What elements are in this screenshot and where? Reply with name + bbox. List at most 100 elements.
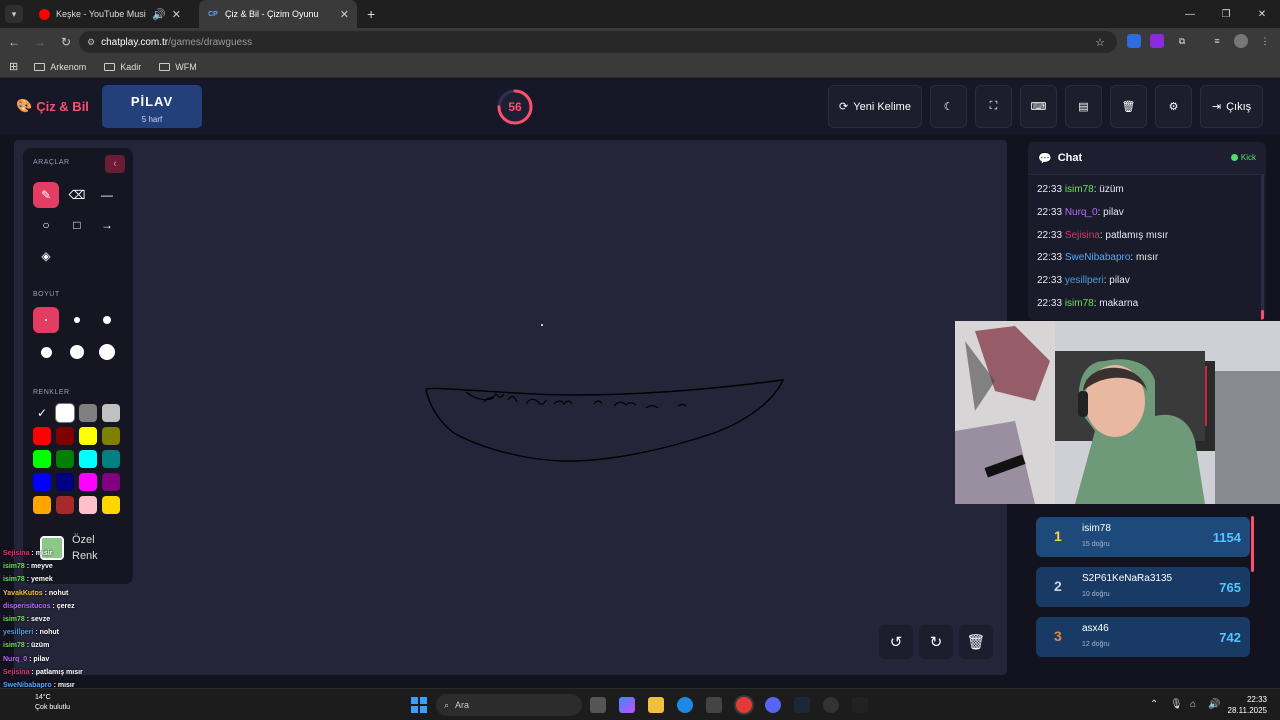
size-option-6[interactable] bbox=[94, 339, 120, 365]
settings-button[interactable]: ⚙ bbox=[1155, 85, 1192, 128]
minimize-icon[interactable]: — bbox=[1172, 0, 1208, 28]
close-tab-icon[interactable]: ✕ bbox=[172, 8, 181, 21]
taskbar-clock[interactable]: 22:33 28.11.2025 bbox=[1227, 694, 1267, 716]
delete-button[interactable]: 🗑 bbox=[1110, 85, 1147, 128]
weather-widget[interactable]: 14°C Çok bulutlu bbox=[10, 693, 70, 713]
rectangle-tool[interactable]: □ bbox=[64, 212, 90, 238]
circle-tool[interactable]: ○ bbox=[33, 212, 59, 238]
color-swatch[interactable] bbox=[102, 496, 120, 514]
color-swatch[interactable] bbox=[79, 473, 97, 491]
site-info-icon[interactable]: ⚙ bbox=[87, 37, 95, 48]
new-word-button[interactable]: ⟳ Yeni Kelime bbox=[828, 85, 922, 128]
collapse-panel-button[interactable]: ‹ bbox=[105, 155, 125, 173]
store-icon[interactable] bbox=[706, 697, 722, 713]
taskbar-search[interactable]: ⌕ Ara bbox=[436, 694, 582, 716]
chrome-icon[interactable] bbox=[736, 697, 752, 713]
size-option-5[interactable] bbox=[64, 339, 90, 365]
color-swatch[interactable] bbox=[56, 427, 74, 445]
clear-canvas-button[interactable]: 🗑 bbox=[959, 625, 993, 659]
steam-icon[interactable] bbox=[794, 697, 810, 713]
color-swatch[interactable] bbox=[33, 496, 51, 514]
color-swatch[interactable] bbox=[56, 496, 74, 514]
bookmark-kadir[interactable]: Kadir bbox=[104, 62, 141, 72]
arrow-tool[interactable]: → bbox=[94, 212, 120, 238]
color-swatch[interactable] bbox=[56, 473, 74, 491]
menu-icon[interactable]: ⋮ bbox=[1258, 34, 1272, 48]
line-tool[interactable]: — bbox=[94, 182, 120, 208]
undo-button[interactable]: ↺ bbox=[879, 625, 913, 659]
fullscreen-button[interactable]: ⛶ bbox=[975, 85, 1012, 128]
color-swatch[interactable] bbox=[79, 496, 97, 514]
bookmark-star-icon[interactable]: ☆ bbox=[1095, 36, 1105, 49]
extensions-puzzle-icon[interactable]: ⧉ bbox=[1175, 34, 1189, 48]
tab-youtube-music[interactable]: Keşke - YouTube Music 🔊 ✕ bbox=[31, 0, 189, 28]
leaderboard-scrollbar[interactable] bbox=[1251, 516, 1254, 572]
size-option-4[interactable] bbox=[33, 339, 59, 365]
bookmark-arkenom[interactable]: Arkenom bbox=[34, 62, 86, 72]
chat-scrollbar[interactable] bbox=[1261, 174, 1264, 320]
close-window-icon[interactable]: ✕ bbox=[1244, 0, 1280, 28]
exit-button[interactable]: ⇥ Çıkış bbox=[1200, 85, 1263, 128]
reload-icon[interactable]: ↻ bbox=[54, 35, 78, 49]
windows-start-icon[interactable] bbox=[411, 697, 427, 713]
profile-avatar[interactable] bbox=[1234, 34, 1248, 48]
tab-ciz-bil[interactable]: CP Çiz & Bil - Çizim Oyunu ✕ bbox=[199, 0, 357, 28]
discord-icon[interactable] bbox=[765, 697, 781, 713]
apps-grid-icon[interactable]: ⊞ bbox=[9, 60, 18, 73]
eraser-tool[interactable]: ⌫ bbox=[64, 182, 90, 208]
app-logo[interactable]: 🎨 Çiz & Bil bbox=[16, 98, 89, 114]
message-user[interactable]: SweNibabapro bbox=[1065, 252, 1131, 263]
color-swatch[interactable] bbox=[79, 427, 97, 445]
app-icon[interactable] bbox=[852, 697, 868, 713]
color-swatch[interactable] bbox=[79, 404, 97, 422]
task-view-icon[interactable] bbox=[590, 697, 606, 713]
custom-color-label[interactable]: Özel Renk bbox=[72, 532, 98, 564]
forward-icon[interactable]: → bbox=[28, 35, 52, 49]
size-option-2[interactable] bbox=[64, 307, 90, 333]
url-bar[interactable]: ⚙ chatplay.com.tr/games/drawguess ☆ bbox=[79, 31, 1117, 53]
redo-button[interactable]: ↻ bbox=[919, 625, 953, 659]
color-swatch[interactable] bbox=[102, 404, 120, 422]
copilot-icon[interactable] bbox=[619, 697, 635, 713]
size-option-3[interactable] bbox=[94, 307, 120, 333]
network-icon[interactable]: ⌂ bbox=[1190, 699, 1196, 710]
media-control-icon[interactable]: ≡ bbox=[1210, 34, 1224, 48]
brush-tool[interactable]: ✎ bbox=[33, 182, 59, 208]
speaker-icon[interactable]: 🔊 bbox=[152, 8, 166, 21]
bookmark-wfm[interactable]: WFM bbox=[159, 62, 197, 72]
color-swatch[interactable] bbox=[102, 427, 120, 445]
color-swatch[interactable] bbox=[56, 404, 74, 422]
chat-scrollbar-thumb[interactable] bbox=[1261, 310, 1264, 320]
translate-extension-icon[interactable] bbox=[1127, 34, 1141, 48]
tab-search-icon[interactable]: ▾ bbox=[5, 5, 23, 23]
message-user[interactable]: isim78 bbox=[1065, 184, 1094, 195]
color-swatch[interactable] bbox=[33, 450, 51, 468]
file-explorer-icon[interactable] bbox=[648, 697, 664, 713]
edge-icon[interactable] bbox=[677, 697, 693, 713]
size-option-1[interactable] bbox=[33, 307, 59, 333]
color-swatch[interactable] bbox=[56, 450, 74, 468]
volume-icon[interactable]: 🔊 bbox=[1208, 699, 1220, 710]
back-icon[interactable]: ← bbox=[2, 35, 26, 49]
new-tab-button[interactable]: + bbox=[367, 6, 375, 22]
keyboard-button[interactable]: ⌨ bbox=[1020, 85, 1057, 128]
message-user[interactable]: Nurq_0 bbox=[1065, 207, 1098, 218]
color-swatch[interactable] bbox=[33, 473, 51, 491]
color-swatch[interactable] bbox=[102, 473, 120, 491]
theme-toggle-button[interactable]: ☾ bbox=[930, 85, 967, 128]
close-tab-icon[interactable]: ✕ bbox=[340, 8, 349, 21]
color-swatch[interactable] bbox=[79, 450, 97, 468]
microphone-icon[interactable]: 🎙 bbox=[1170, 699, 1183, 710]
message-user[interactable]: yesillperi bbox=[1065, 275, 1104, 286]
color-swatch[interactable] bbox=[33, 427, 51, 445]
message-user[interactable]: Sejisina bbox=[1065, 230, 1100, 241]
message-user[interactable]: isim78 bbox=[1065, 298, 1094, 309]
fill-tool[interactable]: ◈ bbox=[33, 243, 59, 269]
tray-chevron-icon[interactable]: ⌃ bbox=[1150, 699, 1158, 710]
color-swatch[interactable]: ✓ bbox=[33, 404, 51, 422]
color-swatch[interactable] bbox=[102, 450, 120, 468]
restore-icon[interactable]: ❐ bbox=[1208, 0, 1244, 28]
extension-icon[interactable] bbox=[1150, 34, 1164, 48]
obs-icon[interactable] bbox=[823, 697, 839, 713]
archive-button[interactable]: ▤ bbox=[1065, 85, 1102, 128]
